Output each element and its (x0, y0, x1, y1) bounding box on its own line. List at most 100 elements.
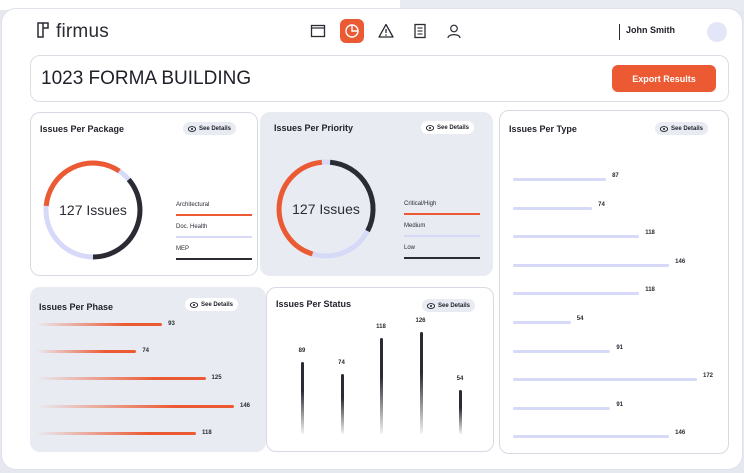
priority-total-label: 127 Issues (292, 201, 360, 217)
type-bar (513, 206, 593, 210)
phase-bar (36, 377, 206, 381)
nav-issues[interactable] (374, 19, 398, 43)
type-bar (513, 235, 640, 239)
type-bar-value: 91 (616, 344, 624, 351)
type-bar-value: 91 (616, 401, 624, 408)
type-bar-value: 118 (645, 287, 655, 294)
user-name[interactable]: John Smith (626, 25, 675, 35)
status-bar (419, 332, 423, 434)
pie-chart-icon (345, 24, 359, 38)
see-details-label: See Details (201, 301, 234, 308)
see-details-button[interactable]: See Details (421, 121, 475, 134)
type-bar (513, 178, 607, 181)
nav-analytics[interactable] (340, 19, 364, 43)
nav-documents[interactable] (408, 19, 432, 43)
type-bar-value: 87 (612, 173, 619, 179)
export-results-button[interactable]: Export Results (612, 65, 716, 92)
priority-legend: Critical/High Medium Low (404, 201, 480, 267)
legend-label: Architectural (176, 202, 210, 208)
status-bar-value: 126 (415, 318, 426, 324)
status-bar-value: 89 (298, 347, 306, 354)
phase-bar (36, 431, 197, 435)
see-details-button[interactable]: See Details (422, 299, 476, 312)
type-bar-value: 74 (598, 201, 605, 208)
app-logo[interactable]: firmus (36, 21, 109, 43)
legend-swatch (176, 236, 252, 238)
eye-icon (660, 125, 668, 132)
user-divider (619, 24, 620, 40)
legend-swatch (404, 257, 480, 259)
document-icon (414, 23, 426, 39)
main-nav (306, 19, 466, 43)
type-bar (513, 321, 571, 324)
issues-per-status-card: Issues Per Status See Details 89 74 118 126… (266, 287, 494, 452)
type-bar (513, 378, 697, 382)
legend-label: Doc. Health (176, 224, 208, 230)
type-bar-value: 146 (675, 258, 686, 265)
logo-text: firmus (56, 21, 109, 42)
card-title: Issues Per Type (509, 124, 577, 134)
eye-icon (190, 301, 198, 308)
status-bar-value: 54 (456, 376, 464, 383)
avatar[interactable] (707, 22, 727, 42)
type-bar (513, 263, 670, 267)
see-details-button[interactable]: See Details (183, 122, 237, 135)
logo-icon (36, 21, 50, 43)
legend-label: Low (404, 245, 416, 251)
eye-icon (188, 125, 196, 132)
type-bar-value: 118 (645, 230, 655, 237)
type-bar-value: 172 (703, 373, 714, 380)
phase-bar-value: 93 (168, 321, 175, 327)
status-bar-value: 74 (338, 360, 345, 367)
phase-bar-value: 146 (240, 402, 251, 409)
type-bar (513, 349, 611, 353)
type-bar (513, 292, 640, 296)
legend-label: MEP (176, 246, 190, 252)
status-bar (380, 338, 383, 434)
phase-bar (36, 323, 163, 326)
issues-per-phase-card: Issues Per Phase See Details 93 74 125 146 1… (30, 287, 266, 452)
user-icon (447, 24, 461, 39)
phase-bar (36, 350, 137, 354)
nav-profile[interactable] (442, 19, 466, 43)
status-bar (459, 390, 462, 434)
legend-label: Critical/High (404, 201, 437, 207)
phase-bar-value: 118 (202, 429, 212, 436)
status-bar-value: 118 (376, 324, 386, 331)
legend-swatch (404, 235, 480, 237)
eye-icon (427, 302, 435, 309)
status-bar (301, 361, 304, 434)
status-bar (340, 374, 344, 434)
nav-projects[interactable] (306, 19, 330, 43)
legend-swatch (176, 214, 252, 216)
legend-label: Medium (404, 223, 426, 229)
type-bar-value: 146 (675, 430, 686, 437)
card-title: Issues Per Priority (274, 123, 354, 133)
issues-per-type-card: Issues Per Type See Details 87 74 118 146 11… (499, 110, 729, 454)
eye-icon (426, 124, 434, 131)
phase-bar-value: 74 (142, 348, 150, 355)
project-header: 1023 FORMA BUILDING Export Results (30, 55, 729, 102)
package-legend: Architectural Doc. Health MEP (176, 202, 252, 268)
folder-icon (310, 24, 326, 38)
warning-icon (378, 23, 394, 38)
see-details-label: See Details (671, 125, 704, 132)
page-title: 1023 FORMA BUILDING (41, 68, 252, 89)
see-details-label: See Details (199, 125, 232, 132)
see-details-label: See Details (438, 302, 471, 309)
type-bar (513, 406, 611, 410)
issues-per-package-card: Issues Per Package See Details 127 Issue… (30, 112, 258, 276)
see-details-button[interactable]: See Details (185, 298, 239, 311)
phase-bar-value: 125 (211, 375, 222, 382)
see-details-label: See Details (437, 124, 470, 131)
card-title: Issues Per Phase (39, 302, 114, 312)
phase-bar (36, 404, 234, 408)
issues-per-priority-card: Issues Per Priority See Details 127 Issu… (260, 112, 493, 276)
card-title: Issues Per Package (40, 124, 125, 134)
legend-swatch (176, 258, 252, 260)
package-total-label: 127 Issues (59, 202, 127, 218)
card-title: Issues Per Status (276, 299, 352, 309)
type-bar (513, 435, 670, 439)
see-details-button[interactable]: See Details (655, 122, 709, 135)
legend-swatch (404, 213, 480, 215)
